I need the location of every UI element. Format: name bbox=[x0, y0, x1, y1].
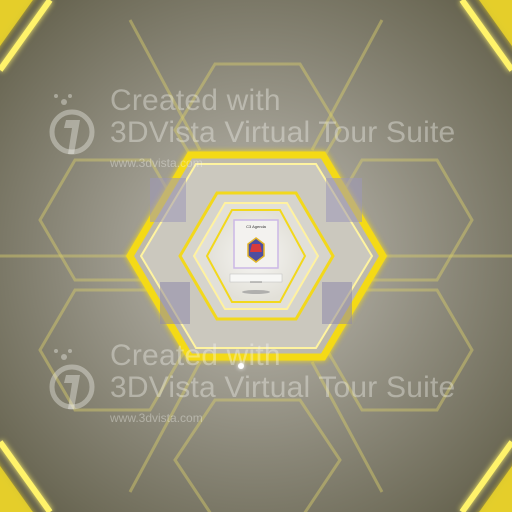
watermark-line1: Created with bbox=[110, 84, 281, 117]
hotspot-dot-icon[interactable] bbox=[238, 363, 244, 369]
watermark-top: Created with 3DVista Virtual Tour Suite … bbox=[48, 84, 508, 174]
agenda-screen-label-area: C3 Agenda bbox=[228, 214, 284, 284]
agenda-screen-title: C3 Agenda bbox=[246, 224, 266, 229]
watermark-bottom: Created with 3DVista Virtual Tour Suite … bbox=[48, 339, 508, 429]
watermark-line2: 3DVista Virtual Tour Suite bbox=[110, 371, 456, 404]
watermark-url: www.3dvista.com bbox=[110, 411, 203, 425]
watermark-url: www.3dvista.com bbox=[110, 156, 203, 170]
watermark-line1: Created with bbox=[110, 339, 281, 372]
watermark-line2: 3DVista Virtual Tour Suite bbox=[110, 116, 456, 149]
3dvista-logo-icon bbox=[49, 349, 95, 410]
virtual-tour-viewport[interactable]: C3 Agenda Created with 3DVista Virtual T… bbox=[0, 0, 512, 512]
3dvista-logo-icon bbox=[49, 94, 95, 155]
